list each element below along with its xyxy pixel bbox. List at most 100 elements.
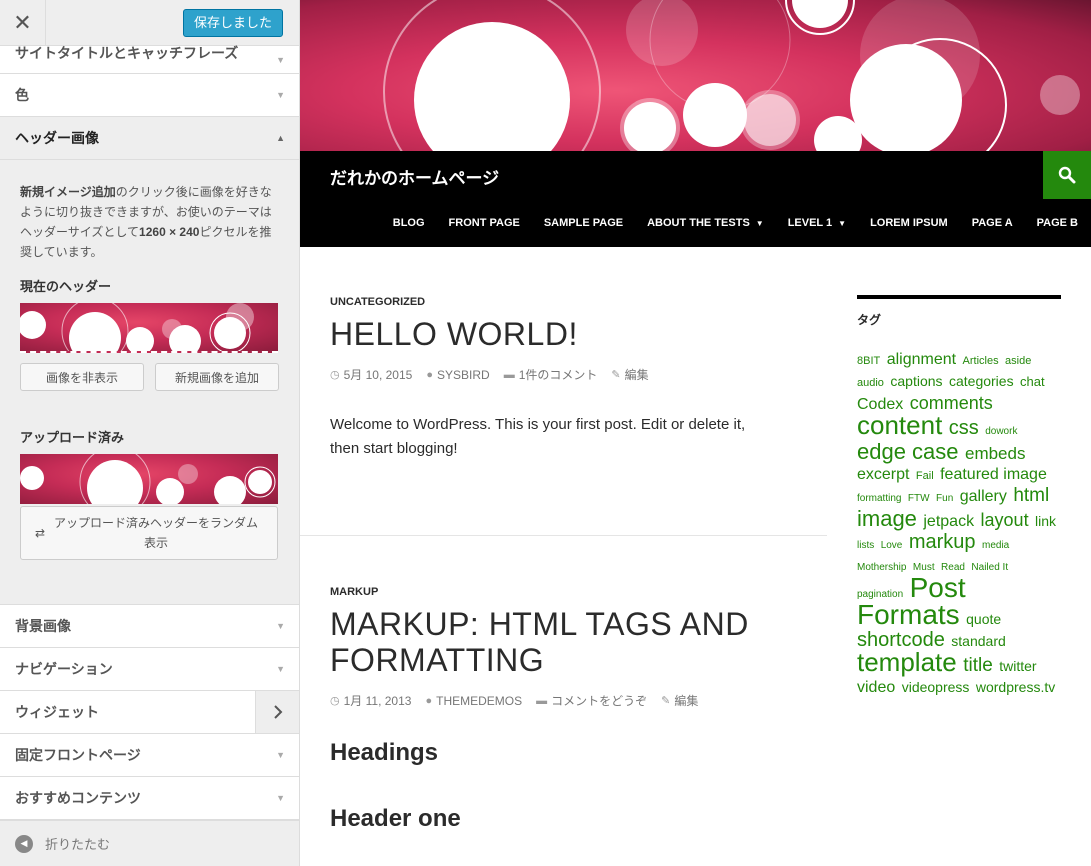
section-label: 背景画像	[15, 618, 71, 634]
tag-link[interactable]: featured image	[940, 466, 1047, 483]
post-date[interactable]: ◷ 5月 10, 2015	[330, 366, 412, 383]
tag-link[interactable]: standard	[951, 633, 1005, 649]
chevron-right-icon[interactable]	[255, 691, 299, 733]
nav-label: ABOUT THE TESTS	[647, 217, 750, 229]
section-widgets[interactable]: ウィジェット	[0, 691, 299, 734]
nav-label: BLOG	[392, 217, 425, 229]
randomize-uploaded-button[interactable]: ⇄ アップロード済みヘッダーをランダム表示	[20, 506, 278, 560]
tag-link[interactable]: FTW	[908, 493, 930, 504]
tag-link[interactable]: media	[982, 540, 1009, 551]
tag-link[interactable]: categories	[949, 373, 1014, 389]
post-title[interactable]: HELLO WORLD!	[330, 316, 827, 352]
tag-link[interactable]: audio	[857, 377, 884, 389]
post-comments-link[interactable]: ▬ コメントをどうぞ	[536, 692, 647, 709]
content-heading: Header one	[330, 805, 461, 832]
post-comments-link[interactable]: ▬ 1件のコメント	[504, 366, 598, 383]
section-colors[interactable]: 色 ▼	[0, 74, 299, 117]
tag-link[interactable]: quote	[966, 611, 1001, 627]
tag-link[interactable]: jetpack	[923, 513, 974, 530]
post-author[interactable]: ● SYSBIRD	[426, 368, 489, 382]
post-edit-link[interactable]: ✎ 編集	[661, 692, 698, 709]
post-category-link[interactable]: MARKUP	[330, 586, 827, 598]
header-image-description: 新規イメージ追加のクリック後に画像を好きなように切り抜きできますが、お使いのテー…	[20, 182, 279, 262]
save-button[interactable]: 保存しました	[182, 9, 283, 37]
nav-item-lorem-ipsum[interactable]: LOREM IPSUM	[858, 217, 960, 229]
tag-link[interactable]: twitter	[999, 658, 1036, 674]
tag-link[interactable]: Nailed It	[971, 562, 1008, 573]
tag-link[interactable]: excerpt	[857, 466, 909, 483]
nav-item-page-b[interactable]: PAGE B	[1025, 217, 1091, 229]
post-divider	[300, 535, 827, 536]
author-text: THEMEDEMOS	[436, 693, 523, 708]
tag-link[interactable]: Articles	[963, 355, 999, 367]
tag-link[interactable]: title	[963, 655, 993, 676]
section-header-image[interactable]: ヘッダー画像 ▲	[0, 117, 299, 160]
tag-link[interactable]: dowork	[985, 426, 1017, 437]
post-edit-link[interactable]: ✎ 編集	[611, 366, 648, 383]
hide-image-button[interactable]: 画像を非表示	[20, 363, 144, 391]
tag-link[interactable]: formatting	[857, 493, 901, 504]
post-excerpt: Welcome to WordPress. This is your first…	[330, 413, 827, 461]
tag-link[interactable]: embeds	[965, 444, 1025, 463]
uploaded-header-thumbnail[interactable]	[20, 454, 278, 504]
tag-link[interactable]: Formats	[857, 599, 960, 630]
search-icon[interactable]	[1043, 151, 1091, 199]
section-site-title[interactable]: サイトタイトルとキャッチフレーズ ▼	[0, 45, 299, 74]
post-date[interactable]: ◷ 1月 11, 2013	[330, 692, 411, 709]
section-label: 固定フロントページ	[15, 747, 141, 763]
add-new-image-button[interactable]: 新規画像を追加	[155, 363, 279, 391]
close-icon[interactable]: ✕	[0, 0, 46, 46]
post-category-link[interactable]: UNCATEGORIZED	[330, 296, 827, 308]
edit-text: 編集	[674, 694, 699, 708]
tag-link[interactable]: wordpress.tv	[976, 679, 1055, 695]
site-preview: だれかのホームページ BLOG FRONT PAGE SAMPLE PAGE A…	[300, 0, 1091, 866]
tag-link[interactable]: Fun	[936, 493, 953, 504]
section-navigation[interactable]: ナビゲーション ▼	[0, 648, 299, 691]
tag-link[interactable]: html	[1013, 485, 1049, 506]
uploaded-label: アップロード済み	[20, 430, 125, 445]
tag-link[interactable]: 8BIT	[857, 355, 880, 367]
tag-link[interactable]: gallery	[960, 488, 1007, 505]
tag-link[interactable]: content	[857, 410, 942, 440]
header-image-panel: 新規イメージ追加のクリック後に画像を好きなように切り抜きできますが、お使いのテー…	[0, 160, 299, 605]
section-label: ナビゲーション	[15, 661, 113, 677]
nav-label: SAMPLE PAGE	[543, 217, 624, 229]
tag-link[interactable]: lists	[857, 540, 874, 551]
tag-link[interactable]: template	[857, 647, 957, 677]
comment-icon: ▬	[503, 368, 515, 381]
tag-link[interactable]: Love	[881, 540, 903, 551]
nav-item-front-page[interactable]: FRONT PAGE	[437, 217, 532, 229]
collapse-arrow-icon: ◀	[15, 834, 33, 853]
nav-item-sample-page[interactable]: SAMPLE PAGE	[532, 217, 635, 229]
nav-item-about-the-tests[interactable]: ABOUT THE TESTS ▼	[635, 217, 776, 229]
tag-link[interactable]: captions	[890, 373, 942, 389]
tag-link[interactable]: Fail	[916, 470, 934, 482]
tag-link[interactable]: Mothership	[857, 562, 906, 573]
tag-link[interactable]: markup	[909, 531, 976, 553]
section-featured-content[interactable]: おすすめコンテンツ ▼	[0, 777, 299, 820]
section-static-front-page[interactable]: 固定フロントページ ▼	[0, 734, 299, 777]
title-line: FORMATTING	[330, 642, 545, 678]
nav-label: PAGE B	[1036, 217, 1078, 229]
collapse-sidebar-button[interactable]: ◀ 折りたたむ	[0, 820, 299, 866]
tag-link[interactable]: aside	[1005, 355, 1031, 367]
clock-icon: ◷	[330, 695, 340, 707]
tag-link[interactable]: image	[857, 506, 917, 531]
nav-item-blog[interactable]: BLOG	[381, 217, 437, 229]
post-hello-world: UNCATEGORIZED HELLO WORLD! ◷ 5月 10, 2015 …	[330, 296, 827, 461]
tag-link[interactable]: css	[949, 417, 979, 439]
tag-link[interactable]: link	[1035, 513, 1056, 529]
post-author[interactable]: ● THEMEDEMOS	[425, 694, 522, 708]
tag-link[interactable]: videopress	[902, 679, 970, 695]
tag-link[interactable]: layout	[981, 510, 1029, 530]
tag-link[interactable]: video	[857, 679, 895, 696]
site-masthead: だれかのホームページ BLOG FRONT PAGE SAMPLE PAGE A…	[300, 151, 1091, 247]
post-title[interactable]: MARKUP: HTML TAGS AND FORMATTING	[330, 606, 827, 678]
tag-link[interactable]: edge case	[857, 439, 959, 464]
nav-item-level-1[interactable]: LEVEL 1 ▼	[776, 217, 858, 229]
tag-link[interactable]: alignment	[887, 351, 956, 368]
site-title[interactable]: だれかのホームページ	[330, 164, 499, 189]
tag-link[interactable]: chat	[1020, 374, 1045, 389]
section-background-image[interactable]: 背景画像 ▼	[0, 605, 299, 648]
nav-item-page-a[interactable]: PAGE A	[960, 217, 1025, 229]
